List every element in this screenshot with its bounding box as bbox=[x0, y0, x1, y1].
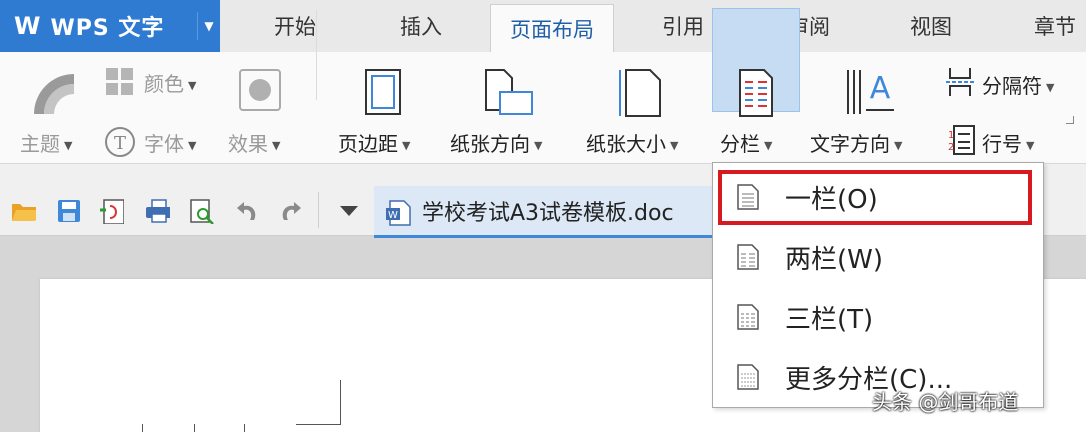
paper-size-icon bbox=[619, 69, 661, 117]
svg-text:W: W bbox=[388, 210, 398, 221]
effect-label: 效果 bbox=[228, 132, 268, 156]
save-icon[interactable] bbox=[56, 198, 82, 224]
crop-mark bbox=[244, 424, 245, 432]
word-document-icon: W bbox=[386, 200, 411, 226]
undo-icon[interactable] bbox=[234, 198, 260, 224]
more-columns-icon bbox=[737, 364, 759, 390]
open-folder-icon[interactable] bbox=[10, 198, 36, 224]
crop-mark bbox=[340, 380, 341, 424]
page-break-button[interactable]: 分隔符 ▼ bbox=[982, 70, 1054, 99]
page-break-label: 分隔符 bbox=[982, 74, 1042, 98]
margin-button[interactable]: 页边距 ▼ bbox=[338, 128, 410, 157]
paper-size-label: 纸张大小 bbox=[586, 132, 666, 156]
tab-start[interactable]: 开始 bbox=[240, 0, 350, 52]
columns-icon bbox=[739, 69, 773, 117]
print-icon[interactable] bbox=[144, 198, 170, 224]
ribbon-launcher-icon[interactable] bbox=[1066, 116, 1074, 124]
line-number-icon: 1 2 bbox=[948, 125, 975, 155]
theme-button[interactable]: 主题 ▼ bbox=[20, 128, 72, 157]
margin-label: 页边距 bbox=[338, 132, 398, 156]
theme-label: 主题 bbox=[20, 132, 60, 156]
line-number-button[interactable]: 行号 ▼ bbox=[982, 128, 1034, 157]
menu-item-label: 三栏(T) bbox=[785, 304, 874, 335]
color-button[interactable]: 颜色 ▼ bbox=[144, 68, 196, 97]
effect-icon[interactable] bbox=[238, 68, 282, 112]
svg-text:2: 2 bbox=[948, 142, 954, 153]
toolbar-separator bbox=[318, 192, 319, 228]
ribbon-separator bbox=[316, 10, 317, 100]
grid-color-icon bbox=[106, 68, 133, 95]
crop-mark bbox=[142, 424, 143, 432]
orientation-button[interactable]: 纸张方向 ▼ bbox=[450, 128, 542, 157]
chevron-down-icon[interactable]: ▼ bbox=[197, 12, 220, 40]
app-menu-button[interactable]: W WPS 文字 ▼ bbox=[0, 0, 220, 52]
menu-item-three-columns[interactable]: 三栏(T) bbox=[713, 289, 1043, 345]
tab-page-layout[interactable]: 页面布局 bbox=[490, 4, 614, 52]
svg-text:T: T bbox=[114, 133, 126, 154]
columns-label: 分栏 bbox=[720, 132, 760, 156]
font-button[interactable]: 字体 ▼ bbox=[144, 128, 196, 157]
watermark-text: 头条 @剑哥布道 bbox=[872, 390, 1019, 414]
page-break-icon bbox=[946, 68, 974, 96]
margin-icon bbox=[365, 69, 401, 115]
document-tab[interactable]: W 学校考试A3试卷模板.doc bbox=[374, 186, 714, 238]
two-columns-icon bbox=[737, 244, 759, 270]
orientation-label: 纸张方向 bbox=[450, 132, 530, 156]
document-tab-title: 学校考试A3试卷模板.doc bbox=[422, 200, 674, 226]
redo-icon[interactable] bbox=[278, 198, 304, 224]
wps-logo-icon: W bbox=[14, 12, 41, 40]
text-direction-button[interactable]: 文字方向 ▼ bbox=[810, 128, 902, 157]
effect-button[interactable]: 效果 ▼ bbox=[228, 128, 280, 157]
print-preview-icon[interactable] bbox=[188, 198, 214, 224]
app-title: WPS 文字 bbox=[50, 16, 165, 41]
tab-insert[interactable]: 插入 bbox=[366, 0, 476, 52]
text-direction-icon: A bbox=[847, 70, 894, 114]
tab-view[interactable]: 视图 bbox=[876, 0, 986, 52]
paper-size-button[interactable]: 纸张大小 ▼ bbox=[586, 128, 678, 157]
menu-item-two-columns[interactable]: 两栏(W) bbox=[713, 229, 1043, 285]
columns-label-wrap[interactable]: 分栏 ▼ bbox=[720, 128, 772, 157]
crop-mark bbox=[296, 424, 341, 425]
menu-item-label: 两栏(W) bbox=[785, 244, 883, 275]
customize-dropdown-icon[interactable] bbox=[338, 204, 364, 230]
tab-chapter[interactable]: 章节 bbox=[1000, 0, 1086, 52]
export-pdf-icon[interactable] bbox=[98, 198, 124, 224]
three-columns-icon bbox=[737, 304, 759, 330]
text-direction-label: 文字方向 bbox=[810, 132, 890, 156]
highlight-annotation-box bbox=[718, 170, 1032, 225]
crop-mark bbox=[194, 424, 195, 432]
font-t-icon: T bbox=[105, 127, 135, 157]
theme-icon[interactable] bbox=[30, 70, 78, 118]
orientation-icon bbox=[485, 69, 533, 115]
font-label: 字体 bbox=[144, 132, 184, 156]
color-label: 颜色 bbox=[144, 72, 184, 96]
line-number-label: 行号 bbox=[982, 132, 1022, 156]
svg-text:1: 1 bbox=[948, 130, 954, 141]
svg-text:A: A bbox=[870, 71, 891, 106]
tab-bar: W WPS 文字 ▼ 开始 插入 页面布局 引用 审阅 视图 章节 bbox=[0, 0, 1086, 52]
